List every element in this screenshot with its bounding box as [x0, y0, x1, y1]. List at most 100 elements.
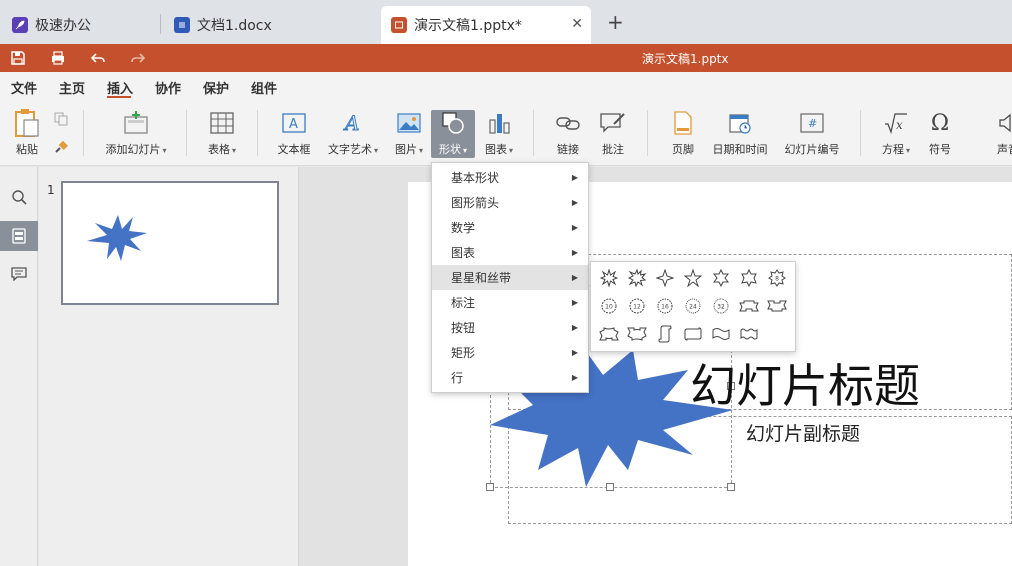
comment-button[interactable]: 批注: [598, 110, 628, 160]
ribbon-up-icon[interactable]: [739, 296, 759, 316]
shape-icon: [441, 110, 465, 136]
ribbon-separator: [860, 110, 861, 156]
wave-icon[interactable]: [711, 324, 731, 344]
format-painter-icon[interactable]: [54, 140, 68, 157]
menu-protect[interactable]: 保护: [203, 78, 229, 97]
picture-button[interactable]: 图片 ▾: [392, 110, 426, 160]
table-label: 表格: [207, 143, 230, 156]
menu-item-basic-shapes[interactable]: 基本形状 ▶: [432, 165, 588, 190]
star-12-label: 12: [633, 304, 641, 311]
title-bar: 演示文稿1.pptx: [0, 44, 1012, 72]
resize-handle[interactable]: [606, 483, 614, 491]
explosion-1-icon[interactable]: [599, 268, 619, 288]
explosion-2-icon[interactable]: [627, 268, 647, 288]
date-time-button[interactable]: 日期和时间: [712, 110, 768, 160]
speaker-icon: [997, 110, 1012, 136]
left-panel-strip: [0, 167, 38, 566]
tab-document[interactable]: 文档1.docx: [164, 6, 374, 44]
menu-item-stars-ribbons[interactable]: 星星和丝带 ▶: [432, 265, 588, 290]
menu-item-math[interactable]: 数学 ▶: [432, 215, 588, 240]
equation-label: 方程: [881, 143, 904, 156]
shape-dropdown-menu: 基本形状 ▶ 图形箭头 ▶ 数学 ▶ 图表 ▶ 星星和丝带 ▶ 标注 ▶ 按钮 ▶ 矩形 ▶ 行…: [431, 162, 589, 393]
menu-home[interactable]: 主页: [59, 78, 85, 97]
symbol-button[interactable]: Ω 符号: [927, 110, 953, 160]
wordart-icon: A: [342, 110, 364, 136]
menu-file[interactable]: 文件: [11, 78, 37, 97]
menu-collaborate[interactable]: 协作: [155, 78, 181, 97]
comments-panel-icon[interactable]: [0, 259, 38, 289]
menu-item-rectangles[interactable]: 矩形 ▶: [432, 340, 588, 365]
svg-text:A: A: [289, 117, 298, 132]
menu-item-flowchart[interactable]: 图表 ▶: [432, 240, 588, 265]
star-16-icon[interactable]: 16: [655, 296, 675, 316]
chevron-down-icon: ▾: [905, 146, 910, 155]
comment-icon: [600, 110, 626, 136]
equation-button[interactable]: x 方程 ▾: [878, 110, 914, 160]
tab-separator: [160, 14, 161, 34]
tab-speed-office[interactable]: 极速办公: [2, 6, 160, 44]
tab-label: 文档1.docx: [197, 18, 272, 34]
ribbon-down-icon[interactable]: [767, 296, 787, 316]
tab-presentation[interactable]: 演示文稿1.pptx* ✕: [381, 6, 591, 44]
wordart-button[interactable]: A 文字艺术 ▾: [325, 110, 381, 160]
sound-button[interactable]: 声音: [997, 110, 1012, 160]
menu-item-lines[interactable]: 行 ▶: [432, 365, 588, 390]
resize-handle[interactable]: [486, 483, 494, 491]
footer-button[interactable]: 页脚: [669, 110, 697, 160]
paste-button[interactable]: 粘贴: [12, 109, 42, 160]
menu-insert[interactable]: 插入: [107, 78, 133, 97]
star-8-icon[interactable]: 8: [767, 268, 787, 288]
vertical-scroll-icon[interactable]: [655, 324, 675, 344]
chevron-right-icon: ▶: [571, 348, 578, 357]
save-icon[interactable]: [8, 48, 28, 68]
star-7-icon[interactable]: [739, 268, 759, 288]
menu-item-label: 行: [451, 371, 464, 385]
slide-number-button[interactable]: # 幻灯片编号: [784, 110, 840, 160]
resize-handle[interactable]: [727, 483, 735, 491]
add-slide-button[interactable]: 添加幻灯片 ▾: [103, 110, 169, 160]
star-4-icon[interactable]: [655, 268, 675, 288]
chart-button[interactable]: 图表 ▾: [481, 110, 517, 160]
slides-panel-icon[interactable]: [0, 221, 38, 251]
menu-bar: 文件 主页 插入 协作 保护 组件: [0, 72, 1012, 100]
textbox-button[interactable]: A 文本框: [276, 110, 312, 160]
slide-number-icon: #: [800, 110, 824, 136]
slide-title[interactable]: 幻灯片标题: [690, 350, 920, 416]
link-button[interactable]: 链接: [554, 110, 582, 160]
slide-thumbnail[interactable]: [61, 181, 279, 305]
menu-item-label: 基本形状: [451, 171, 500, 185]
slide-subtitle[interactable]: 幻灯片副标题: [746, 419, 860, 446]
copy-icon[interactable]: [54, 112, 68, 129]
undo-icon[interactable]: [88, 48, 108, 68]
active-menu-indicator: [107, 96, 131, 98]
star-24-icon[interactable]: 24: [683, 296, 703, 316]
chevron-right-icon: ▶: [571, 198, 578, 207]
chevron-down-icon: ▾: [231, 146, 236, 155]
redo-icon[interactable]: [128, 48, 148, 68]
chart-icon: [487, 110, 511, 136]
menu-item-callouts[interactable]: 标注 ▶: [432, 290, 588, 315]
star-32-icon[interactable]: 32: [711, 296, 731, 316]
print-icon[interactable]: [48, 48, 68, 68]
horizontal-scroll-icon[interactable]: [683, 324, 703, 344]
omega-icon: Ω: [930, 110, 950, 136]
double-wave-icon[interactable]: [739, 324, 759, 344]
star-5-icon[interactable]: [683, 268, 703, 288]
new-tab-icon[interactable]: +: [607, 12, 624, 32]
star-12-icon[interactable]: 12: [627, 296, 647, 316]
table-button[interactable]: 表格 ▾: [205, 110, 239, 160]
menu-item-buttons[interactable]: 按钮 ▶: [432, 315, 588, 340]
shape-button[interactable]: 形状 ▾: [431, 110, 475, 158]
menu-components[interactable]: 组件: [251, 78, 277, 97]
search-icon[interactable]: [0, 182, 38, 212]
curved-ribbon-up-icon[interactable]: [599, 324, 619, 344]
ribbon-separator: [257, 110, 258, 156]
chevron-right-icon: ▶: [571, 248, 578, 257]
menu-item-arrows[interactable]: 图形箭头 ▶: [432, 190, 588, 215]
curved-ribbon-down-icon[interactable]: [627, 324, 647, 344]
menu-item-label: 星星和丝带: [451, 271, 512, 285]
star-6-icon[interactable]: [711, 268, 731, 288]
star-32-label: 32: [717, 304, 725, 311]
close-icon[interactable]: ✕: [571, 16, 583, 32]
star-10-icon[interactable]: 10: [599, 296, 619, 316]
